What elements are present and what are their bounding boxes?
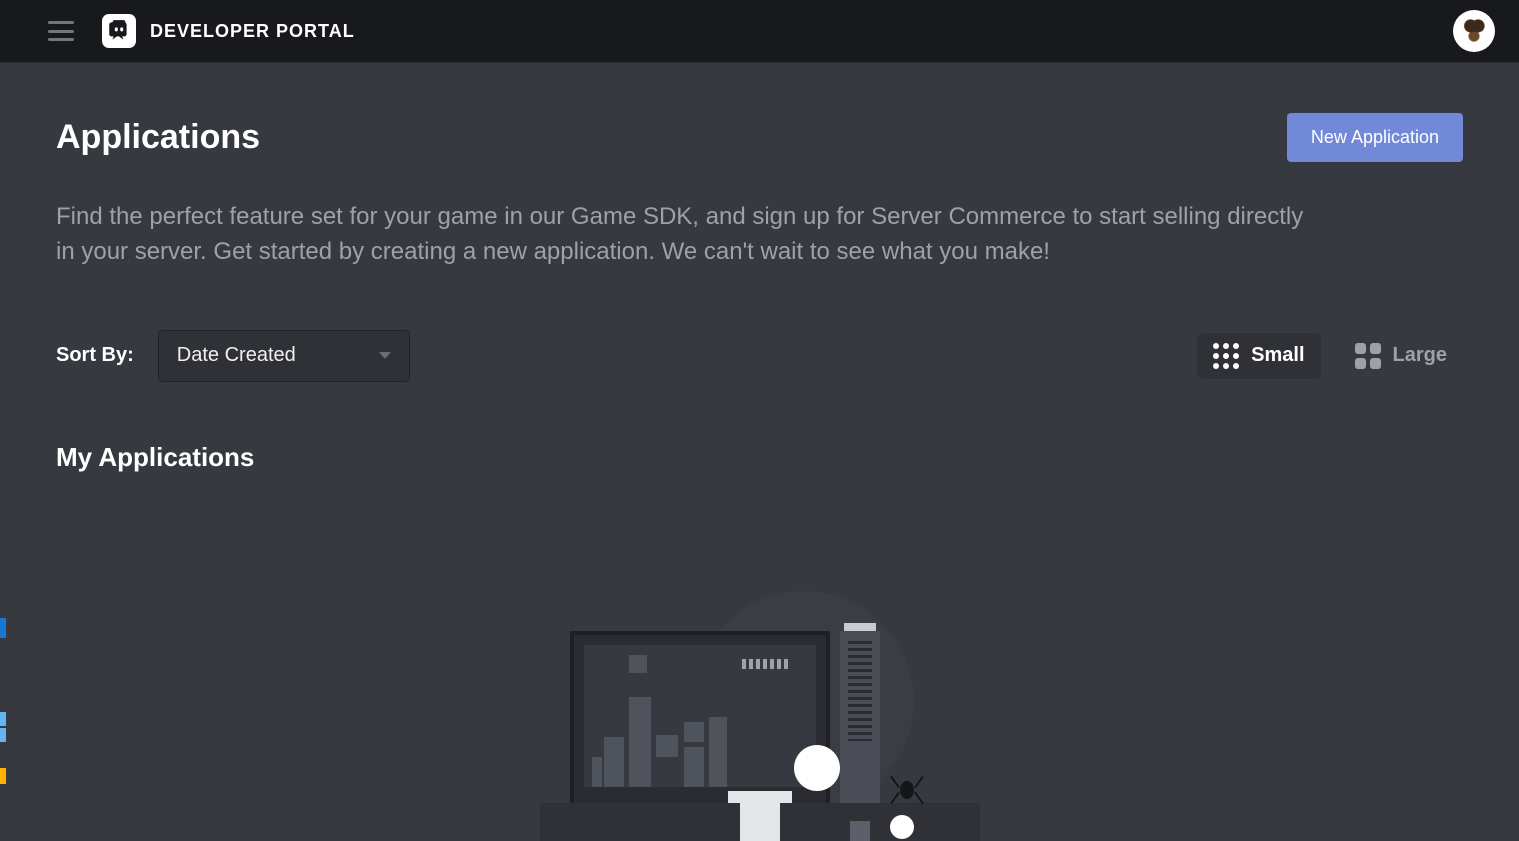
edge-decoration	[0, 712, 6, 726]
main-content: Applications New Application Find the pe…	[0, 62, 1519, 801]
grid-large-icon	[1355, 343, 1381, 369]
menu-toggle-icon[interactable]	[48, 21, 74, 41]
top-navbar: DEVELOPER PORTAL	[0, 0, 1519, 62]
sort-selected-value: Date Created	[177, 344, 296, 367]
view-small-label: Small	[1251, 344, 1304, 367]
empty-state-illustration	[540, 621, 980, 841]
computer-tower-icon	[840, 631, 880, 811]
chevron-down-icon	[379, 352, 391, 359]
avatar-image-icon	[1457, 14, 1491, 48]
edge-decoration	[0, 728, 6, 742]
grid-small-icon	[1213, 343, 1239, 369]
page-description: Find the perfect feature set for your ga…	[56, 200, 1316, 270]
my-applications-heading: My Applications	[56, 442, 1463, 473]
view-small-button[interactable]: Small	[1197, 333, 1320, 379]
sort-by-label: Sort By:	[56, 344, 134, 367]
user-avatar[interactable]	[1453, 10, 1495, 52]
view-large-button[interactable]: Large	[1339, 333, 1463, 379]
discord-logo-icon	[102, 14, 136, 48]
view-large-label: Large	[1393, 344, 1447, 367]
edge-decoration	[0, 768, 6, 784]
portal-title: DEVELOPER PORTAL	[150, 21, 355, 42]
new-application-button[interactable]: New Application	[1287, 113, 1463, 162]
list-controls: Sort By: Date Created Small Large	[56, 330, 1463, 382]
edge-decoration	[0, 618, 6, 638]
page-title: Applications	[56, 118, 260, 157]
ball-icon	[794, 745, 840, 791]
sort-by-select[interactable]: Date Created	[158, 330, 410, 382]
brand[interactable]: DEVELOPER PORTAL	[102, 14, 355, 48]
